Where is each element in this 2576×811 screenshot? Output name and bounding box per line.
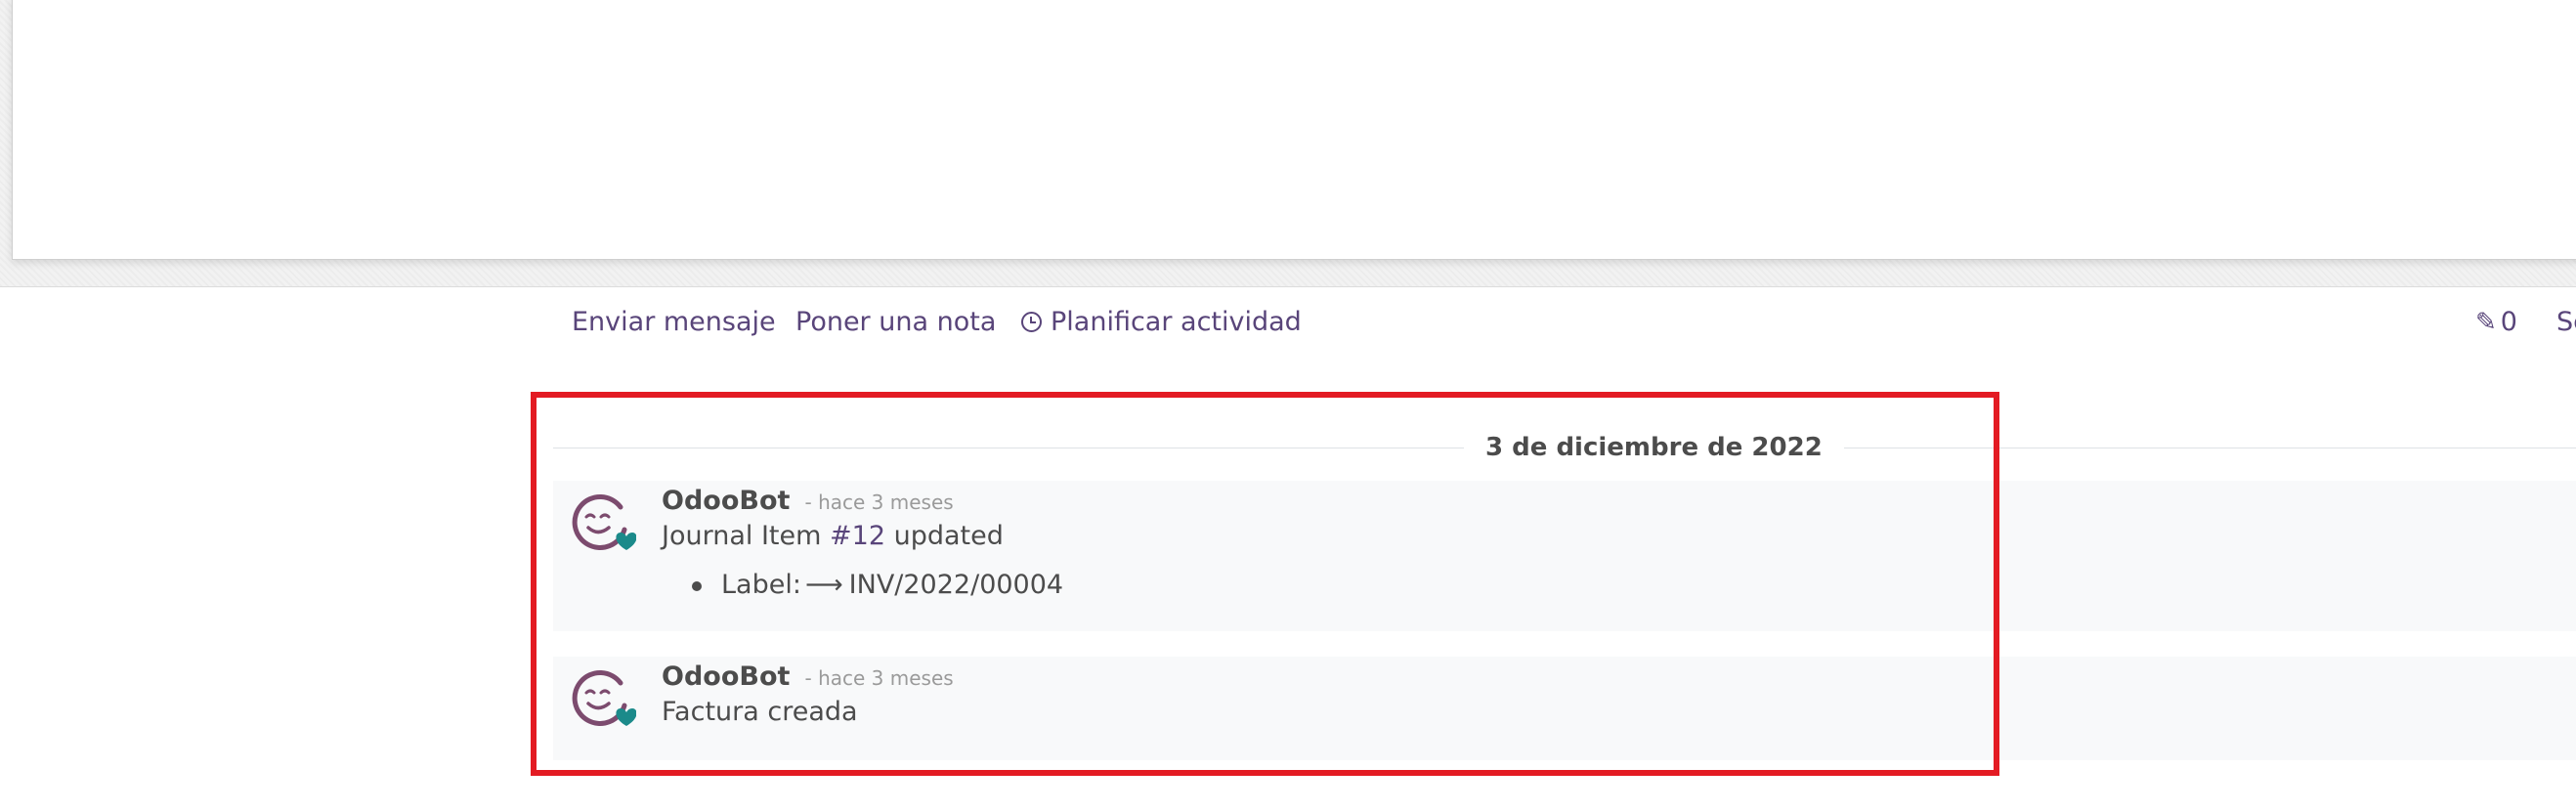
attachments-count: 0 [2500,307,2517,337]
paperclip-icon: ✎ [2475,308,2497,337]
schedule-activity-label: Planificar actividad [1051,307,1302,337]
clock-icon [1021,312,1042,332]
chatter-topbar: Enviar mensaje Poner una nota Planificar… [0,287,2576,356]
date-separator-label: 3 de diciembre de 2022 [1464,428,1844,467]
form-background [0,0,2576,287]
message-body-text: Journal Item [662,521,831,551]
message: OdooBot - hace 3 meses Factura creada [553,657,2576,760]
tracking-new-value: INV/2022/00004 [848,570,1064,600]
journal-item-link[interactable]: #12 [830,521,885,551]
message-date: - hace 3 meses [804,666,954,690]
message-author-row: OdooBot - hace 3 meses [662,659,954,696]
schedule-activity-button[interactable]: Planificar actividad [1021,305,1302,340]
message-author[interactable]: OdooBot [662,662,790,692]
date-separator: 3 de diciembre de 2022 [553,428,2576,467]
form-sheet [12,0,2576,260]
message-author[interactable]: OdooBot [662,486,790,516]
message-thread: 3 de diciembre de 2022 OdooBot - hace 3 … [0,391,2576,811]
tracking-value-item: Label: ⟶ INV/2022/00004 [692,567,1063,604]
stage: Enviar mensaje Poner una nota Planificar… [0,0,2576,811]
log-note-button[interactable]: Poner una nota [795,305,996,340]
follow-button[interactable]: Se [2556,305,2576,340]
message: OdooBot - hace 3 meses Journal Item #12 … [553,481,2576,631]
bullet-icon [692,580,702,591]
attachments-button[interactable]: ✎ 0 [2475,305,2517,340]
odoobot-avatar-icon[interactable] [570,491,636,557]
send-message-button[interactable]: Enviar mensaje [572,305,776,340]
message-date: - hace 3 meses [804,491,954,514]
message-body: Factura creada [662,697,858,727]
message-body: Journal Item #12 updated [662,518,1004,555]
tracking-field-name: Label: [721,570,801,600]
message-author-row: OdooBot - hace 3 meses [662,483,954,520]
message-body-suffix: updated [885,521,1004,551]
odoobot-avatar-icon[interactable] [570,666,636,733]
long-arrow-right-icon: ⟶ [804,570,843,600]
